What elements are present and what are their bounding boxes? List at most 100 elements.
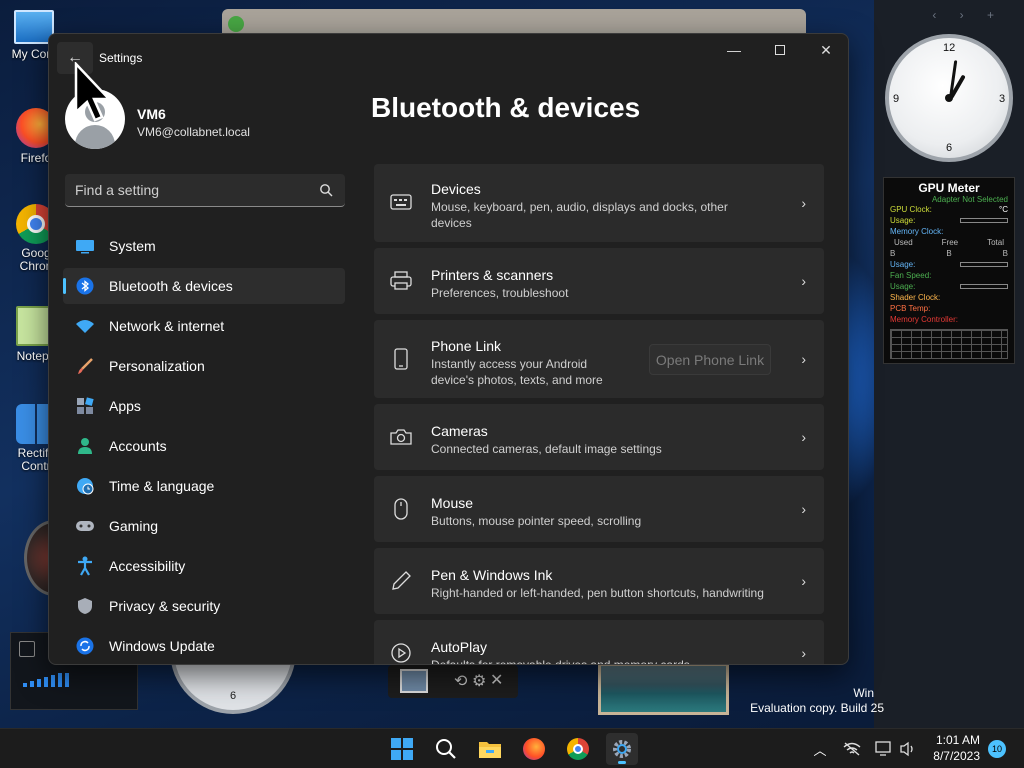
taskbar-settings[interactable] [606, 733, 638, 765]
clock-number: 6 [230, 690, 237, 702]
nav-label: Accounts [109, 438, 167, 454]
close-icon: ✕ [820, 41, 832, 58]
nav-label: System [109, 238, 156, 254]
wifi-icon [75, 316, 95, 336]
speaker-icon [900, 741, 913, 757]
taskbar-chrome[interactable] [562, 733, 594, 765]
chevron-up-icon: ︿ [813, 742, 827, 758]
nav-item-time-language[interactable]: Time & language [63, 468, 345, 504]
bluetooth-icon [75, 276, 95, 296]
tray-display[interactable] [872, 729, 896, 768]
maximize-icon [775, 45, 785, 55]
search-box[interactable] [65, 174, 345, 207]
notification-badge[interactable]: 10 [988, 740, 1006, 758]
card-cameras[interactable]: Cameras Connected cameras, default image… [374, 404, 824, 470]
clock-number: 3 [999, 93, 1006, 105]
page-title: Bluetooth & devices [371, 92, 641, 123]
titlebar[interactable]: ← Settings — ✕ [49, 34, 848, 82]
nav-item-network[interactable]: Network & internet [63, 308, 345, 344]
gpu-usage-label: Usage: [890, 216, 916, 225]
nav-item-bluetooth[interactable]: Bluetooth & devices [63, 268, 345, 304]
tray-overflow-chevron[interactable]: ︿ [810, 729, 830, 768]
chevron-right-icon: › [801, 273, 806, 289]
nav-label: Time & language [109, 478, 215, 494]
settings-gear-icon[interactable]: ⚙ [472, 671, 486, 691]
chrome-icon [567, 738, 589, 760]
nav-item-accounts[interactable]: Accounts [63, 428, 345, 464]
volume-bars [23, 673, 69, 687]
taskbar-clock[interactable]: 1:01 AM 8/7/2023 [933, 732, 980, 764]
close-button[interactable]: ✕ [803, 34, 848, 66]
clock-number: 6 [946, 142, 953, 154]
start-button[interactable] [386, 733, 418, 765]
card-pen-ink[interactable]: Pen & Windows Ink Right-handed or left-h… [374, 548, 824, 614]
gadget-nav[interactable]: ‹ › + [932, 8, 1004, 22]
phone-icon [390, 348, 412, 370]
maximize-button[interactable] [757, 34, 803, 66]
shader-clock-label: Shader Clock: [890, 293, 941, 302]
search-icon[interactable] [319, 183, 333, 197]
nav-label: Windows Update [109, 638, 215, 654]
minimize-button[interactable]: — [711, 34, 757, 66]
gamepad-icon [75, 516, 95, 536]
chevron-right-icon: › [801, 429, 806, 445]
nav-label: Network & internet [109, 318, 225, 334]
nav-item-privacy[interactable]: Privacy & security [63, 588, 345, 624]
devices-icon [390, 192, 412, 214]
gpu-meter-title: GPU Meter [918, 181, 980, 195]
clock-number: 12 [943, 42, 956, 54]
card-phone-link[interactable]: Phone Link Instantly access your Android… [374, 320, 824, 398]
tray-network[interactable] [840, 729, 864, 768]
pcb-temp-label: PCB Temp: [890, 304, 931, 313]
chevron-right-icon: › [801, 501, 806, 517]
tray-volume[interactable] [896, 729, 920, 768]
autoplay-icon [390, 642, 412, 664]
card-printers[interactable]: Printers & scanners Preferences, trouble… [374, 248, 824, 314]
watermark-edition: Win [853, 686, 874, 700]
user-email: VM6@collabnet.local [137, 125, 250, 139]
nav-item-accessibility[interactable]: Accessibility [63, 548, 345, 584]
card-description: Right-handed or left-handed, pen button … [431, 586, 764, 600]
memory-controller-label: Memory Controller: [890, 315, 959, 324]
refresh-icon[interactable]: ⟲ [454, 671, 467, 691]
globe-clock-icon [75, 476, 95, 496]
fan-speed-label: Fan Speed: [890, 271, 932, 280]
person-icon [75, 436, 95, 456]
memory-free-label: Free [941, 238, 959, 247]
nav-item-gaming[interactable]: Gaming [63, 508, 345, 544]
memory-usage-label: Usage: [890, 260, 916, 269]
gpu-clock-label: GPU Clock: [890, 205, 932, 214]
open-phone-link-button[interactable]: Open Phone Link [649, 344, 771, 375]
accessibility-icon [75, 556, 95, 576]
fan-usage-bar [960, 284, 1008, 289]
analog-clock-gadget: 12 3 6 9 [885, 34, 1013, 162]
windows-logo-icon [391, 738, 413, 760]
camera-icon [390, 426, 412, 448]
folder-icon [479, 742, 501, 758]
card-autoplay[interactable]: AutoPlay Defaults for removable drives a… [374, 620, 824, 664]
nav-item-personalization[interactable]: Personalization [63, 348, 345, 384]
brush-icon [75, 356, 95, 376]
firefox-icon [523, 738, 545, 760]
chevron-right-icon: › [801, 573, 806, 589]
card-mouse[interactable]: Mouse Buttons, mouse pointer speed, scro… [374, 476, 824, 542]
search-input[interactable] [65, 174, 315, 206]
memory-free-value: B [946, 249, 952, 258]
taskbar-search-button[interactable] [430, 733, 462, 765]
card-devices[interactable]: Devices Mouse, keyboard, pen, audio, dis… [374, 164, 824, 242]
nav-item-windows-update[interactable]: Windows Update [63, 628, 345, 664]
watermark-build: Evaluation copy. Build 25 [750, 701, 884, 715]
close-icon[interactable]: ✕ [490, 670, 503, 690]
card-title: Devices [431, 181, 481, 197]
taskbar-firefox[interactable] [518, 733, 550, 765]
chevron-right-icon: › [801, 351, 806, 367]
nav-item-system[interactable]: System [63, 228, 345, 264]
nav-label: Privacy & security [109, 598, 221, 614]
memory-used-value: B [890, 249, 896, 258]
memory-total-value: B [1002, 249, 1008, 258]
gpu-usage-bar [960, 218, 1008, 223]
taskbar-file-explorer[interactable] [474, 733, 506, 765]
settings-gear-icon [613, 740, 631, 758]
display-icon [875, 741, 891, 756]
nav-item-apps[interactable]: Apps [63, 388, 345, 424]
